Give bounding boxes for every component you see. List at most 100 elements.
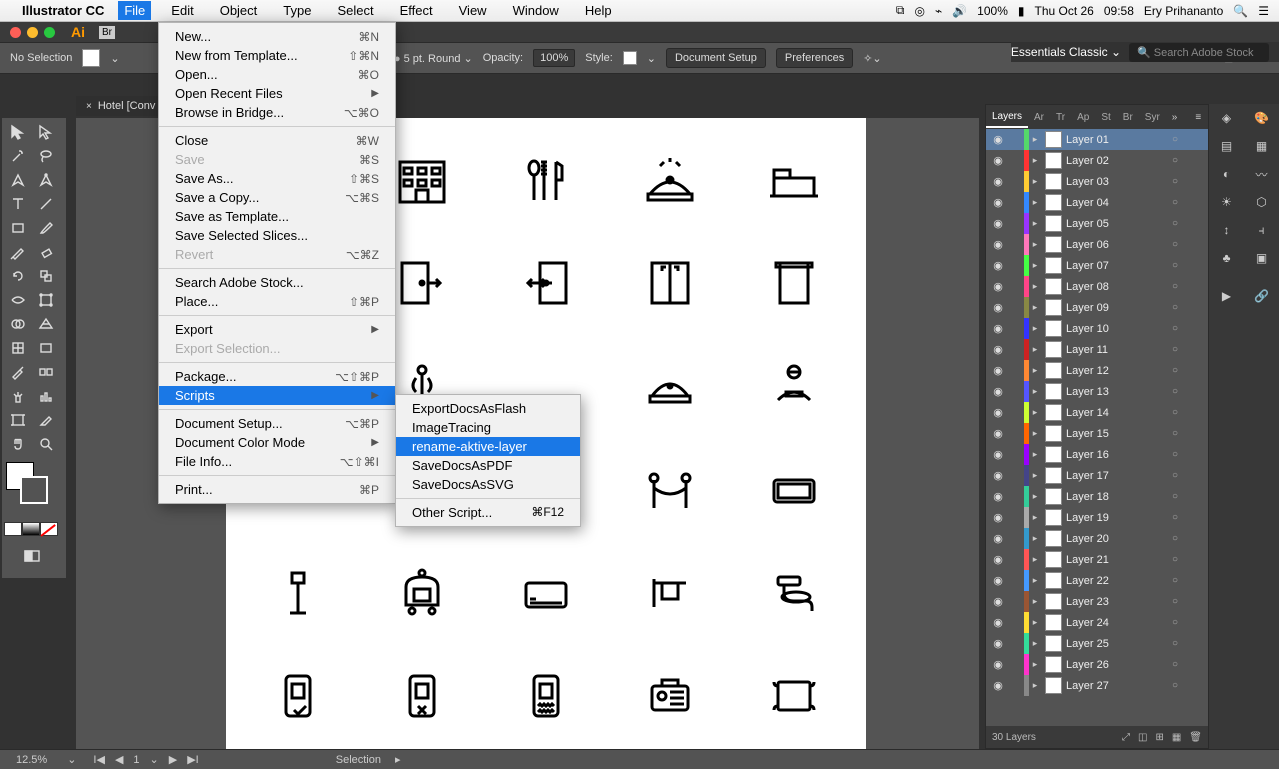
fill-swatch[interactable] [82, 49, 100, 67]
target-icon[interactable]: ○ [1172, 386, 1190, 397]
layer-row[interactable]: ◉▸Layer 21○ [986, 549, 1208, 570]
file-menu-scripts[interactable]: Scripts▶ [159, 386, 395, 405]
layer-name[interactable]: Layer 16 [1066, 449, 1172, 461]
layer-name[interactable]: Layer 08 [1066, 281, 1172, 293]
expand-arrow-icon[interactable]: ▸ [1029, 596, 1041, 607]
visibility-icon[interactable]: ◉ [986, 490, 1010, 503]
perspective-tool[interactable] [32, 312, 60, 336]
target-icon[interactable]: ○ [1172, 596, 1190, 607]
layer-name[interactable]: Layer 21 [1066, 554, 1172, 566]
blend-tool[interactable] [32, 360, 60, 384]
properties-panel-icon[interactable]: ◈ [1209, 104, 1244, 132]
layer-row[interactable]: ◉▸Layer 09○ [986, 297, 1208, 318]
lasso-tool[interactable] [32, 144, 60, 168]
prev-artboard-icon[interactable]: ◀ [112, 753, 126, 766]
expand-arrow-icon[interactable]: ▸ [1029, 239, 1041, 250]
layer-row[interactable]: ◉▸Layer 26○ [986, 654, 1208, 675]
visibility-icon[interactable]: ◉ [986, 427, 1010, 440]
new-sublayer-icon[interactable]: ⊞ [1155, 732, 1163, 743]
layer-row[interactable]: ◉▸Layer 20○ [986, 528, 1208, 549]
layer-name[interactable]: Layer 23 [1066, 596, 1172, 608]
zoom-dropdown[interactable]: ⌄ [67, 753, 76, 766]
fill-stroke-swatches[interactable] [6, 462, 62, 512]
file-menu-save-as-template---[interactable]: Save as Template... [159, 207, 395, 226]
locate-layer-icon[interactable]: ⤢ [1122, 732, 1130, 743]
target-icon[interactable]: ○ [1172, 428, 1190, 439]
appearance-panel-icon[interactable]: ▣ [1244, 244, 1279, 272]
style-dropdown[interactable]: ⌄ [647, 52, 656, 65]
layer-row[interactable]: ◉▸Layer 05○ [986, 213, 1208, 234]
expand-arrow-icon[interactable]: ▸ [1029, 575, 1041, 586]
expand-arrow-icon[interactable]: ▸ [1029, 407, 1041, 418]
layer-row[interactable]: ◉▸Layer 16○ [986, 444, 1208, 465]
column-graph-tool[interactable] [32, 384, 60, 408]
visibility-icon[interactable]: ◉ [986, 196, 1010, 209]
visibility-icon[interactable]: ◉ [986, 637, 1010, 650]
layer-name[interactable]: Layer 17 [1066, 470, 1172, 482]
layer-row[interactable]: ◉▸Layer 14○ [986, 402, 1208, 423]
spotlight-icon[interactable]: 🔍 [1233, 4, 1248, 18]
brushes-tab[interactable]: Br [1117, 108, 1139, 127]
visibility-icon[interactable]: ◉ [986, 553, 1010, 566]
status-dropdown[interactable]: ▸ [395, 753, 401, 766]
expand-arrow-icon[interactable]: ▸ [1029, 533, 1041, 544]
libraries-panel-icon[interactable]: ▤ [1209, 132, 1244, 160]
transparency-tab[interactable]: Tr [1050, 108, 1071, 127]
layer-name[interactable]: Layer 12 [1066, 365, 1172, 377]
expand-arrow-icon[interactable]: ▸ [1029, 428, 1041, 439]
delete-layer-icon[interactable]: 🗑 [1189, 732, 1202, 743]
layer-row[interactable]: ◉▸Layer 22○ [986, 570, 1208, 591]
visibility-icon[interactable]: ◉ [986, 448, 1010, 461]
expand-arrow-icon[interactable]: ▸ [1029, 344, 1041, 355]
layer-row[interactable]: ◉▸Layer 15○ [986, 423, 1208, 444]
layer-row[interactable]: ◉▸Layer 01○ [986, 129, 1208, 150]
brushes-panel-icon[interactable]: 〰 [1244, 160, 1279, 188]
layer-row[interactable]: ◉▸Layer 25○ [986, 633, 1208, 654]
visibility-icon[interactable]: ◉ [986, 301, 1010, 314]
layer-row[interactable]: ◉▸Layer 27○ [986, 675, 1208, 696]
menubar-user[interactable]: Ery Prihananto [1144, 4, 1223, 18]
visibility-icon[interactable]: ◉ [986, 133, 1010, 146]
script-savedocsaspdf[interactable]: SaveDocsAsPDF [396, 456, 580, 475]
file-menu-document-color-mode[interactable]: Document Color Mode▶ [159, 433, 395, 452]
target-icon[interactable]: ○ [1172, 575, 1190, 586]
shaper-tool[interactable] [4, 240, 32, 264]
target-icon[interactable]: ○ [1172, 533, 1190, 544]
hand-tool[interactable] [4, 432, 32, 456]
symbols-tab[interactable]: Syr [1139, 108, 1166, 127]
artboard-dropdown[interactable]: ⌄ [147, 753, 162, 766]
gradient-mode-icon[interactable] [22, 522, 40, 536]
layer-row[interactable]: ◉▸Layer 07○ [986, 255, 1208, 276]
menu-edit[interactable]: Edit [165, 1, 199, 20]
dropbox-icon[interactable]: ⧉ [896, 3, 905, 18]
file-menu-new-from-template---[interactable]: New from Template...⇧⌘N [159, 46, 395, 65]
visibility-icon[interactable]: ◉ [986, 322, 1010, 335]
slice-tool[interactable] [32, 408, 60, 432]
layer-row[interactable]: ◉▸Layer 12○ [986, 360, 1208, 381]
target-icon[interactable]: ○ [1172, 239, 1190, 250]
type-tool[interactable] [4, 192, 32, 216]
menu-type[interactable]: Type [277, 1, 317, 20]
layer-name[interactable]: Layer 05 [1066, 218, 1172, 230]
fill-dropdown[interactable]: ⌄ [110, 52, 119, 65]
menu-list-icon[interactable]: ☰ [1258, 4, 1269, 18]
stroke-color-icon[interactable] [20, 476, 48, 504]
mesh-tool[interactable] [4, 336, 32, 360]
stroke-panel-icon[interactable]: ☀ [1209, 188, 1244, 216]
align-panel-icon2[interactable]: ⫞ [1244, 216, 1279, 244]
layer-name[interactable]: Layer 11 [1066, 344, 1172, 356]
layer-name[interactable]: Layer 26 [1066, 659, 1172, 671]
visibility-icon[interactable]: ◉ [986, 364, 1010, 377]
rectangle-tool[interactable] [4, 216, 32, 240]
width-tool[interactable] [4, 288, 32, 312]
document-tab[interactable]: × Hotel [Conv [76, 96, 165, 116]
transform-panel-icon2[interactable]: ↕ [1209, 216, 1244, 244]
expand-arrow-icon[interactable]: ▸ [1029, 218, 1041, 229]
stroke-tab[interactable]: St [1095, 108, 1116, 127]
expand-arrow-icon[interactable]: ▸ [1029, 176, 1041, 187]
expand-arrow-icon[interactable]: ▸ [1029, 281, 1041, 292]
layer-name[interactable]: Layer 03 [1066, 176, 1172, 188]
script-rename-aktive-layer[interactable]: rename-aktive-layer [396, 437, 580, 456]
style-swatch[interactable] [623, 51, 637, 65]
target-icon[interactable]: ○ [1172, 512, 1190, 523]
